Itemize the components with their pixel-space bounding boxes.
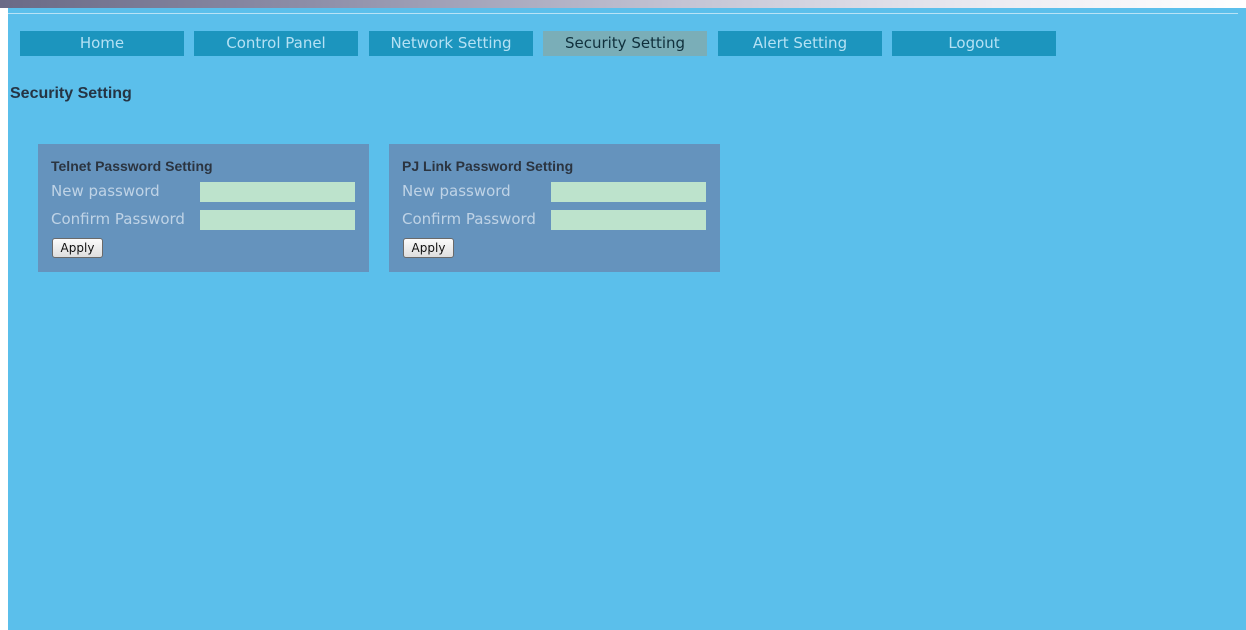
telnet-panel-title: Telnet Password Setting: [51, 158, 213, 174]
pjlink-confirm-password-input[interactable]: [551, 210, 706, 230]
nav-tab-security-setting[interactable]: Security Setting: [543, 31, 707, 56]
nav-tab-control-panel[interactable]: Control Panel: [194, 31, 358, 56]
nav-tab-logout[interactable]: Logout: [892, 31, 1056, 56]
page-title: Security Setting: [10, 85, 132, 102]
header-divider: [8, 13, 1238, 14]
nav-tab-alert-setting[interactable]: Alert Setting: [718, 31, 882, 56]
page-content: [8, 8, 1246, 630]
telnet-password-panel: Telnet Password Setting New password Con…: [38, 144, 369, 272]
window-left-edge: [0, 8, 8, 630]
telnet-new-password-input[interactable]: [200, 182, 355, 202]
pjlink-panel-title: PJ Link Password Setting: [402, 158, 574, 174]
telnet-new-password-label: New password: [51, 182, 160, 200]
pjlink-password-panel: PJ Link Password Setting New password Co…: [389, 144, 720, 272]
nav-tab-network-setting[interactable]: Network Setting: [369, 31, 533, 56]
telnet-confirm-password-label: Confirm Password: [51, 210, 185, 228]
nav-tab-home[interactable]: Home: [20, 31, 184, 56]
pjlink-apply-button[interactable]: Apply: [403, 238, 454, 258]
pjlink-confirm-password-label: Confirm Password: [402, 210, 536, 228]
telnet-apply-button[interactable]: Apply: [52, 238, 103, 258]
window-top-strip: [0, 0, 1246, 8]
pjlink-new-password-input[interactable]: [551, 182, 706, 202]
pjlink-new-password-label: New password: [402, 182, 511, 200]
telnet-confirm-password-input[interactable]: [200, 210, 355, 230]
